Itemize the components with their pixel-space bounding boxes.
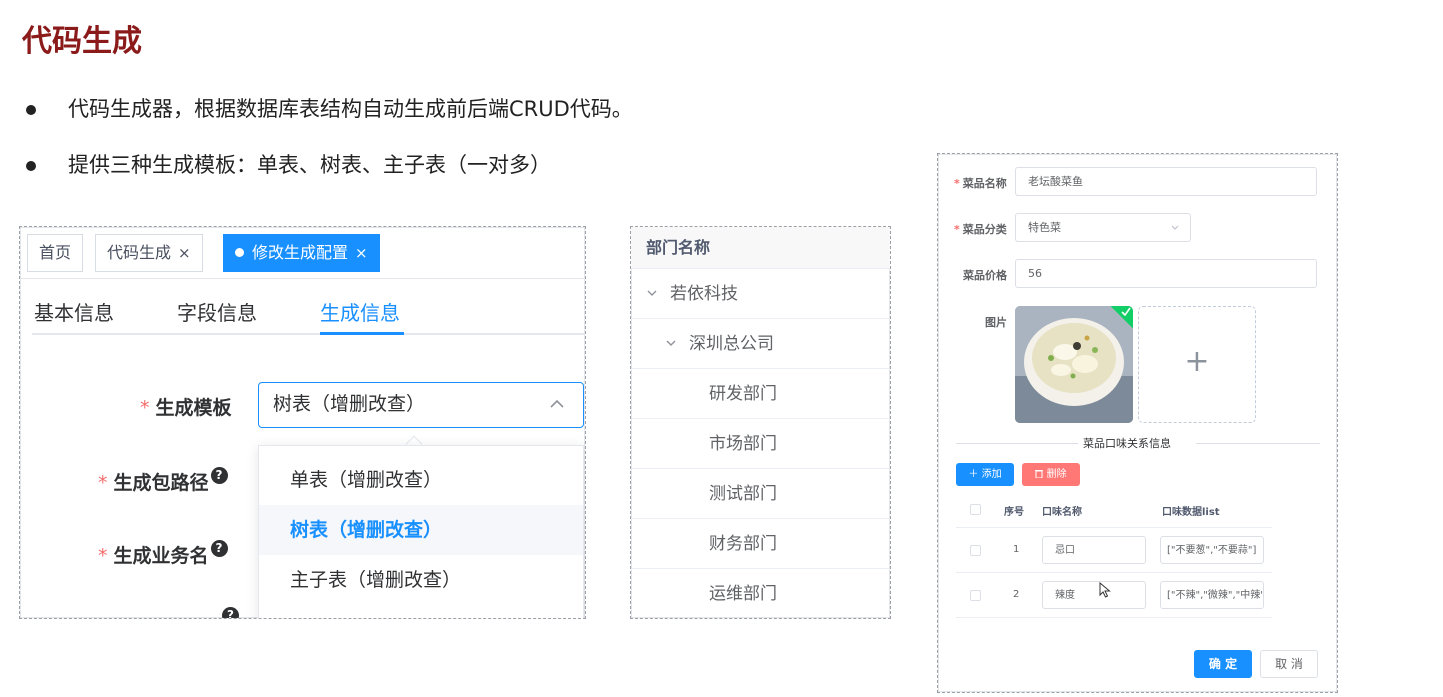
flavor-name-input[interactable]: 辣度 [1042,581,1146,609]
row-divider [956,572,1272,573]
row-checkbox[interactable] [970,590,981,601]
add-flavor-button[interactable]: ＋ 添加 [956,463,1014,486]
bullet-dot-icon [26,105,36,115]
tree-row[interactable]: 深圳总公司 [631,319,890,369]
tree-row[interactable]: 若依科技 [631,269,890,319]
dish-price-input[interactable]: 56 [1015,259,1317,288]
chevron-down-icon[interactable] [665,320,679,370]
select-all-checkbox[interactable] [970,504,981,515]
help-icon[interactable]: ? [210,467,228,484]
row-divider [956,617,1272,618]
dish-form-panel: * 菜品名称 老坛酸菜鱼 * 菜品分类 特色菜 菜品价格 56 图片 + 菜品口味关… [937,153,1338,693]
help-icon[interactable]: ? [222,607,239,618]
row-divider [956,527,1272,528]
dish-photo[interactable] [1015,306,1133,423]
close-icon[interactable]: × [178,244,191,262]
chevron-down-icon[interactable] [646,270,660,320]
section-divider [956,443,1078,444]
upload-add-button[interactable]: + [1138,306,1256,423]
chevron-down-icon [1170,214,1180,241]
section-divider [1196,443,1320,444]
tab-basic-info[interactable]: 基本信息 [34,297,114,326]
dept-name-header: 部门名称 [631,227,890,269]
row-index: 1 [1013,544,1020,555]
tree-row[interactable]: 运维部门 [631,569,890,618]
flavor-section-title: 菜品口味关系信息 [1083,437,1171,450]
field-label-package-path: * 生成包路径? [98,467,228,495]
active-tab-indicator [320,332,404,335]
column-header-index: 序号 [1004,507,1024,518]
tag-label: 修改生成配置 [252,243,349,262]
bullet-list: 代码生成器，根据数据库表结构自动生成前后端CRUD代码。 提供三种生成模板：单表… [26,92,633,204]
tab-field-info[interactable]: 字段信息 [177,297,257,326]
dish-category-label: * 菜品分类 [954,223,1007,236]
help-icon[interactable]: ? [210,540,228,557]
chevron-up-icon [549,383,565,441]
confirm-button[interactable]: 确 定 [1194,650,1252,678]
bullet-text: 代码生成器，根据数据库表结构自动生成前后端CRUD代码。 [68,97,633,121]
dept-tree-panel: 部门名称 若依科技 深圳总公司 研发部门 市场部门 测试部门 财务部门 运维部门 [630,226,891,619]
required-mark: * [98,472,108,494]
tag-label: 首页 [39,243,72,262]
bullet-item: 代码生成器，根据数据库表结构自动生成前后端CRUD代码。 [26,92,633,148]
option-master-child-table[interactable]: 主子表（增删改查） [259,555,583,605]
dish-image-label: 图片 [985,316,1007,329]
dish-price-label: 菜品价格 [963,269,1007,282]
flavor-data-input[interactable]: ["不要葱","不要蒜"] [1160,536,1264,564]
template-select-value: 树表（增删改查） [273,393,426,415]
delete-flavor-button[interactable]: 删除 [1022,463,1080,486]
active-dot-icon [235,248,244,257]
cancel-button[interactable]: 取 消 [1260,650,1318,678]
bullet-dot-icon [26,161,36,171]
row-index: 2 [1013,589,1020,600]
tag-code-gen[interactable]: 代码生成 × [95,234,203,272]
tags-view-bar: 首页 代码生成 × 修改生成配置 × [20,227,585,279]
trash-icon [1035,469,1046,480]
close-icon[interactable]: × [355,244,368,262]
slide-title: 代码生成 [22,24,142,59]
bullet-item: 提供三种生成模板：单表、树表、主子表（一对多） [26,148,633,204]
dish-category-select[interactable]: 特色菜 [1015,213,1191,242]
tag-edit-gen-config[interactable]: 修改生成配置 × [223,234,380,272]
tree-row[interactable]: 测试部门 [631,469,890,519]
required-mark: * [98,545,108,567]
gen-config-panel: 首页 代码生成 × 修改生成配置 × 基本信息 字段信息 生成信息 * 生成模板 * 生… [19,226,586,619]
row-checkbox[interactable] [970,545,981,556]
tree-row[interactable]: 研发部门 [631,369,890,419]
tab-gen-info[interactable]: 生成信息 [320,297,400,326]
config-tabs: 基本信息 字段信息 生成信息 [32,279,584,335]
option-single-table[interactable]: 单表（增删改查） [259,455,583,505]
column-header-flavor: 口味名称 [1042,507,1082,518]
flavor-data-input[interactable]: ["不辣","微辣","中辣"] [1160,581,1264,609]
dish-name-input[interactable]: 老坛酸菜鱼 [1015,167,1317,196]
flavor-name-input[interactable]: 忌口 [1042,536,1146,564]
mouse-cursor-icon [1099,581,1111,602]
tree-row[interactable]: 财务部门 [631,519,890,569]
dish-name-label: * 菜品名称 [954,177,1007,190]
tag-home[interactable]: 首页 [27,234,84,272]
bullet-text: 提供三种生成模板：单表、树表、主子表（一对多） [68,153,551,177]
tag-label: 代码生成 [107,243,172,262]
option-tree-table[interactable]: 树表（增删改查） [259,505,583,555]
field-label-business-name: * 生成业务名? [98,540,228,568]
required-mark: * [140,397,150,419]
check-icon [1121,307,1131,316]
column-header-data: 口味数据list [1162,507,1220,518]
template-select[interactable]: 树表（增删改查） [258,382,584,428]
tree-row[interactable]: 市场部门 [631,419,890,469]
field-label-template: * 生成模板 [140,397,232,419]
template-dropdown: 单表（增删改查） 树表（增删改查） 主子表（增删改查） [258,445,584,618]
